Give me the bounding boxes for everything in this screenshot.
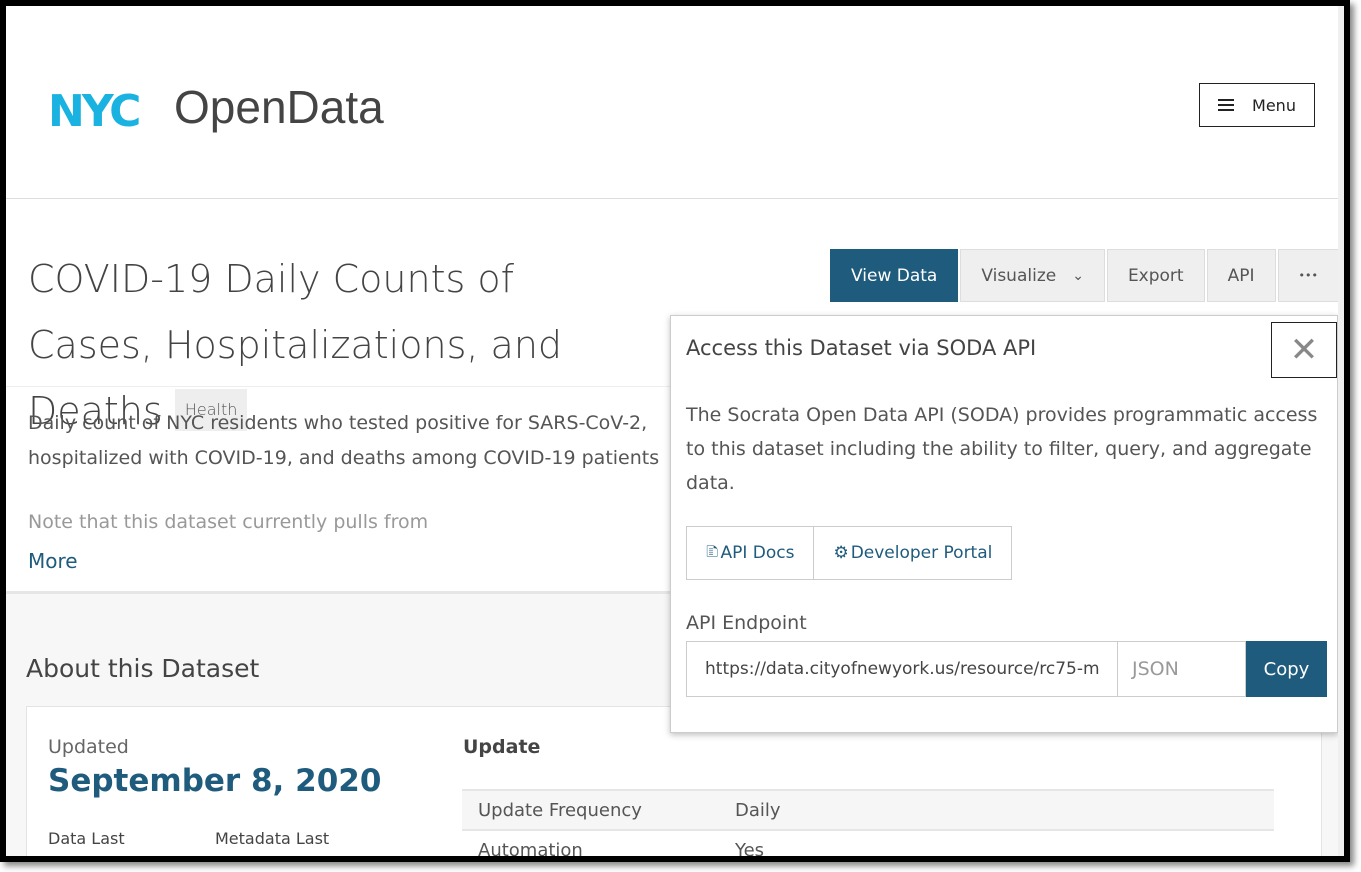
export-button[interactable]: Export [1106,249,1205,302]
visualize-label: Visualize [981,265,1057,286]
api-button[interactable]: API [1206,249,1276,302]
document-icon: 🗈 [706,541,719,562]
endpoint-row: https://data.cityofnewyork.us/resource/r… [686,641,1327,697]
more-actions-button[interactable]: ••• [1277,249,1339,302]
api-docs-button[interactable]: 🗈 API Docs [687,527,813,579]
description-note: Note that this dataset currently pulls f… [28,511,429,533]
update-table: Update Frequency Daily Automation Yes [462,789,1274,861]
browser-frame: NYC OpenData Menu COVID-19 Daily Counts … [0,0,1350,862]
copy-button[interactable]: Copy [1246,641,1327,697]
site-header: NYC OpenData Menu [6,6,1338,199]
table-row: Automation Yes [462,829,1274,861]
more-link[interactable]: More [28,549,78,573]
row-label: Update Frequency [478,799,642,821]
updated-label: Updated [48,736,129,758]
developer-portal-label: Developer Portal [850,543,993,563]
row-value: Yes [735,839,765,861]
view-data-button[interactable]: View Data [830,249,959,302]
visualize-button[interactable]: Visualize ⌄ [960,249,1105,302]
scrollbar[interactable] [1338,6,1344,856]
table-row: Update Frequency Daily [462,789,1274,829]
hamburger-icon [1218,99,1235,111]
popup-description: The Socrata Open Data API (SODA) provide… [686,404,1318,494]
updated-date: September 8, 2020 [48,763,382,799]
metadata-last-label: Metadata Last [215,829,330,848]
dataset-description: Daily count of NYC residents who tested … [28,406,708,476]
description-line: hospitalized with COVID-19, and deaths a… [28,447,660,469]
logo-nyc[interactable]: NYC [48,86,141,137]
api-popup: Access this Dataset via SODA API ✕ The S… [670,315,1338,733]
action-toolbar: View Data Visualize ⌄ Export API ••• [830,249,1339,302]
logo-opendata[interactable]: OpenData [174,80,384,134]
row-value: Daily [735,799,781,821]
menu-label: Menu [1252,95,1296,115]
about-title: About this Dataset [26,654,260,683]
description-line: Daily count of NYC residents who tested … [28,412,648,434]
format-select[interactable]: JSON [1118,641,1246,697]
data-last-label: Data Last [48,829,125,848]
endpoint-label: API Endpoint [686,612,807,634]
endpoint-input[interactable]: https://data.cityofnewyork.us/resource/r… [686,641,1118,697]
row-label: Automation [478,839,583,861]
gear-icon: ⚙ [833,543,849,563]
menu-button[interactable]: Menu [1199,83,1315,127]
close-button[interactable]: ✕ [1271,322,1337,378]
developer-portal-button[interactable]: ⚙ Developer Portal [813,527,1011,579]
api-docs-label: API Docs [720,543,795,563]
api-links: 🗈 API Docs ⚙ Developer Portal [686,526,1013,580]
chevron-down-icon: ⌄ [1072,267,1084,284]
close-icon: ✕ [1289,330,1319,370]
popup-title: Access this Dataset via SODA API [686,336,1037,360]
update-section-title: Update [463,736,541,758]
